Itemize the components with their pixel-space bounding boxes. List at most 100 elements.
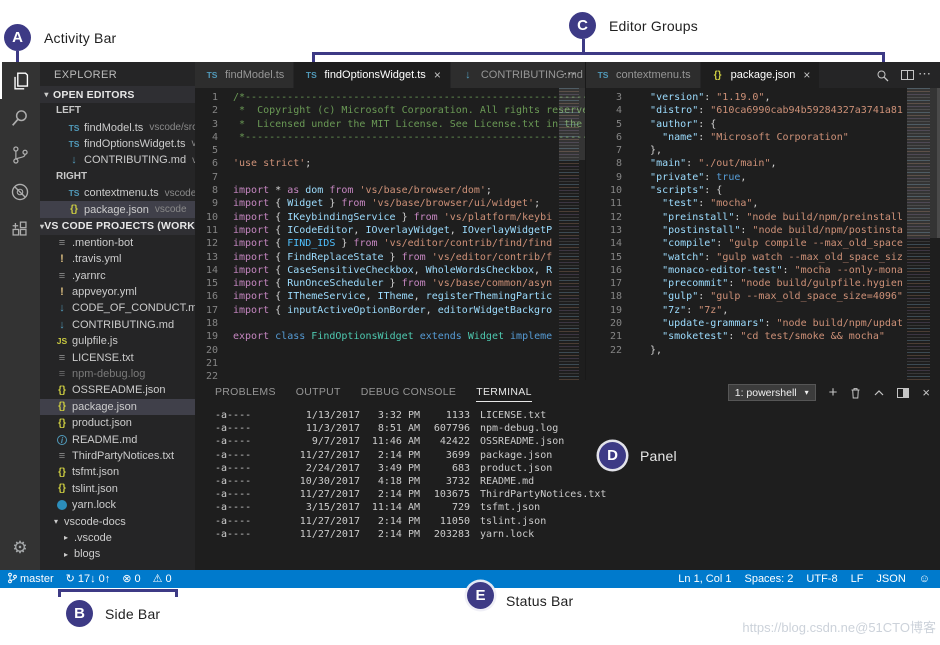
minimap[interactable] [907, 88, 937, 380]
status-item[interactable]: Spaces: 2 [744, 573, 793, 585]
code-line[interactable]: 1/*-------------------------------------… [195, 91, 585, 104]
code-line[interactable]: 4 "distro": "610ca6990cab94b59284327a374… [586, 104, 940, 117]
editor-content[interactable]: 1/*-------------------------------------… [195, 88, 585, 380]
code-line[interactable]: 7 [195, 171, 585, 184]
code-line[interactable]: 7 }, [586, 144, 940, 157]
code-line[interactable]: 11 "test": "mocha", [586, 197, 940, 210]
file-item[interactable]: !appveyor.yml [40, 284, 195, 300]
code-line[interactable]: 5 [195, 144, 585, 157]
code-line[interactable]: 22 }, [586, 344, 940, 357]
code-line[interactable]: 21 [195, 357, 585, 370]
code-line[interactable]: 20 [195, 344, 585, 357]
open-editor-item[interactable]: {}package.jsonvscode [40, 201, 195, 217]
settings-gear-icon[interactable]: ⚙ [0, 538, 40, 558]
open-preview-icon[interactable] [876, 69, 889, 82]
minimap-slider[interactable] [907, 88, 937, 238]
code-line[interactable]: 3 "version": "1.19.0", [586, 91, 940, 104]
code-line[interactable]: 8import * as dom from 'vs/base/browser/d… [195, 184, 585, 197]
file-item[interactable]: !.travis.yml [40, 251, 195, 267]
code-line[interactable]: 16 "monaco-editor-test": "mocha --only-m… [586, 264, 940, 277]
code-line[interactable]: 13import { FindReplaceState } from 'vs/e… [195, 251, 585, 264]
file-item[interactable]: {}OSSREADME.json [40, 382, 195, 398]
code-line[interactable]: 10import { IKeybindingService } from 'vs… [195, 211, 585, 224]
folder-item[interactable]: ▾vscode-docs [40, 513, 195, 529]
file-item[interactable]: ↓CODE_OF_CONDUCT.md [40, 300, 195, 316]
open-editor-item[interactable]: TSfindOptionsWidget.tsvsco... [40, 136, 195, 152]
close-icon[interactable]: × [803, 68, 810, 82]
editor-tab[interactable]: TSfindModel.ts [195, 62, 294, 88]
split-editor-icon[interactable] [901, 70, 914, 80]
code-line[interactable]: 13 "postinstall": "node build/npm/postin… [586, 224, 940, 237]
open-editors-header[interactable]: ▾ OPEN EDITORS [40, 86, 195, 103]
code-line[interactable]: 20 "update-grammars": "node build/npm/up… [586, 317, 940, 330]
panel-tab-output[interactable]: OUTPUT [296, 386, 341, 401]
code-line[interactable]: 4 *-------------------------------------… [195, 131, 585, 144]
status-item[interactable]: Ln 1, Col 1 [678, 573, 731, 585]
code-line[interactable]: 15import { RunOnceScheduler } from 'vs/b… [195, 277, 585, 290]
file-item[interactable]: ≡.mention-bot [40, 235, 195, 251]
status-git-branch[interactable]: master [8, 572, 54, 587]
close-panel-icon[interactable]: × [922, 386, 930, 399]
editor-content[interactable]: 3 "version": "1.19.0",4 "distro": "610ca… [586, 88, 940, 380]
file-item[interactable]: ≡.yarnrc [40, 268, 195, 284]
code-line[interactable]: 16import { IThemeService, ITheme, regist… [195, 290, 585, 303]
more-tabs-icon[interactable]: ⋯ [563, 62, 577, 88]
more-actions-icon[interactable]: ⋯ [918, 62, 932, 88]
file-item[interactable]: {}tslint.json [40, 481, 195, 497]
source-control-icon[interactable] [0, 136, 40, 173]
minimap[interactable] [559, 88, 585, 380]
editor-tab[interactable]: {}package.json× [701, 62, 821, 88]
code-line[interactable]: 11import { ICodeEditor, IOverlayWidget, … [195, 224, 585, 237]
debug-icon[interactable] [0, 173, 40, 210]
panel-position-icon[interactable] [897, 388, 909, 398]
status-item[interactable]: UTF-8 [806, 573, 837, 585]
code-line[interactable]: 17import { inputActiveOptionBorder, edit… [195, 304, 585, 317]
files-icon[interactable] [0, 62, 40, 99]
code-line[interactable]: 18 [195, 317, 585, 330]
file-item[interactable]: JSgulpfile.js [40, 333, 195, 349]
code-line[interactable]: 19export class FindOptionsWidget extends… [195, 330, 585, 343]
file-item[interactable]: {}package.json [40, 399, 195, 415]
file-item[interactable]: ↓CONTRIBUTING.md [40, 317, 195, 333]
status-sync[interactable]: ↻17↓ 0↑ [66, 573, 111, 585]
code-line[interactable]: 15 "watch": "gulp watch --max_old_space_… [586, 251, 940, 264]
feedback-smiley-icon[interactable]: ☺ [919, 573, 930, 585]
open-editor-item[interactable]: TSfindModel.tsvscode/src/vs/... [40, 119, 195, 135]
folder-item[interactable]: ▸.vscode [40, 530, 195, 546]
terminal[interactable]: -a----1/13/20173:32 PM1133LICENSE.txt-a-… [215, 409, 932, 570]
file-item[interactable]: ≡npm-debug.log [40, 366, 195, 382]
file-item[interactable]: ≡LICENSE.txt [40, 349, 195, 365]
workspace-header[interactable]: ▾ VS CODE PROJECTS (WORKSPACE) [40, 218, 195, 235]
new-terminal-icon[interactable]: + [829, 386, 838, 399]
editor-tab[interactable]: TSfindOptionsWidget.ts× [294, 62, 451, 88]
code-line[interactable]: 10 "scripts": { [586, 184, 940, 197]
code-line[interactable]: 22 [195, 370, 585, 380]
code-line[interactable]: 9 "private": true, [586, 171, 940, 184]
code-line[interactable]: 3 * Licensed under the MIT License. See … [195, 118, 585, 131]
minimap-slider[interactable] [559, 88, 585, 160]
extensions-icon[interactable] [0, 210, 40, 247]
status-warning[interactable]: ⚠0 [153, 573, 172, 585]
editor-tab[interactable]: TScontextmenu.ts [586, 62, 701, 88]
status-item[interactable]: JSON [876, 573, 905, 585]
close-icon[interactable]: × [434, 68, 441, 82]
file-item[interactable]: ≡ThirdPartyNotices.txt [40, 448, 195, 464]
open-editor-item[interactable]: ↓CONTRIBUTING.mdvscode [40, 152, 195, 168]
code-line[interactable]: 12import { FIND_IDS } from 'vs/editor/co… [195, 237, 585, 250]
maximize-panel-icon[interactable] [874, 390, 884, 396]
kill-terminal-icon[interactable] [850, 387, 861, 399]
code-line[interactable]: 6'use strict'; [195, 157, 585, 170]
code-line[interactable]: 21 "smoketest": "cd test/smoke && mocha" [586, 330, 940, 343]
file-item[interactable]: iREADME.md [40, 431, 195, 447]
file-item[interactable]: {}product.json [40, 415, 195, 431]
panel-tab-terminal[interactable]: TERMINAL [476, 386, 532, 402]
folder-item[interactable]: ▸blogs [40, 546, 195, 562]
code-line[interactable]: 19 "7z": "7z", [586, 304, 940, 317]
terminal-select[interactable]: 1: powershell ▾ [728, 384, 816, 401]
search-icon[interactable] [0, 99, 40, 136]
code-line[interactable]: 8 "main": "./out/main", [586, 157, 940, 170]
code-line[interactable]: 5 "author": { [586, 118, 940, 131]
code-line[interactable]: 2 * Copyright (c) Microsoft Corporation.… [195, 104, 585, 117]
code-line[interactable]: 12 "preinstall": "node build/npm/preinst… [586, 211, 940, 224]
code-line[interactable]: 18 "gulp": "gulp --max_old_space_size=40… [586, 290, 940, 303]
